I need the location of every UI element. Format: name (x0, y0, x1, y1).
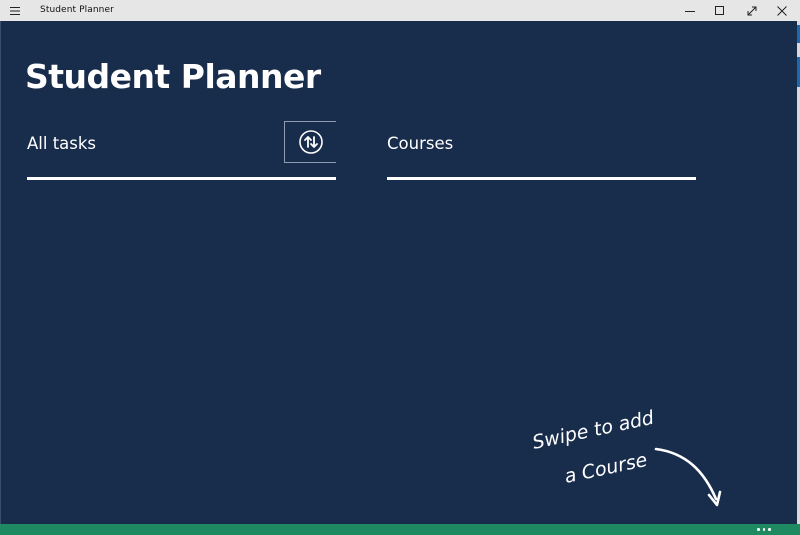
fullscreen-icon (747, 6, 757, 15)
fullscreen-button[interactable] (736, 0, 768, 21)
sort-button[interactable] (284, 121, 336, 163)
app-window: Student Planner Student Planner All task… (0, 0, 800, 535)
ellipsis-icon (762, 528, 766, 531)
ellipsis-icon (757, 528, 760, 531)
app-bar (0, 524, 800, 535)
minimize-icon (685, 10, 695, 12)
minimize-button[interactable] (674, 0, 706, 21)
all-tasks-underline (27, 177, 336, 180)
swipe-hint: Swipe to add a Course (530, 409, 722, 507)
window-title: Student Planner (40, 5, 114, 15)
courses-header[interactable]: Courses (387, 133, 453, 155)
all-tasks-header[interactable]: All tasks (27, 133, 96, 155)
more-button[interactable] (752, 524, 776, 535)
main-content: Student Planner All tasks Courses Swipe … (0, 21, 797, 524)
hint-line-2: a Course (562, 449, 649, 488)
maximize-icon (715, 5, 724, 15)
maximize-button[interactable] (704, 0, 736, 21)
page-title: Student Planner (25, 57, 321, 96)
close-icon (777, 5, 787, 16)
curved-arrow-icon (654, 447, 722, 507)
hamburger-icon[interactable] (8, 5, 22, 17)
ellipsis-icon (768, 528, 771, 531)
hint-line-1: Swipe to add (530, 409, 656, 454)
courses-underline (387, 177, 696, 180)
sort-up-down-icon (298, 130, 323, 154)
close-button[interactable] (766, 0, 798, 21)
title-bar: Student Planner (0, 0, 800, 21)
